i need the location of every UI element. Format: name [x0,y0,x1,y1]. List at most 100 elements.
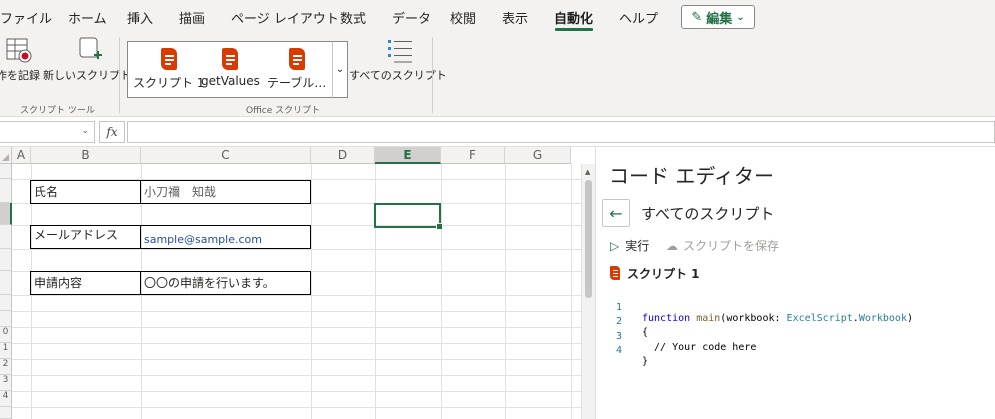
tab-home[interactable]: ホーム [68,8,107,27]
gridline [12,295,582,296]
run-button[interactable]: ▷ 実行 [610,237,649,254]
vertical-scrollbar[interactable]: ▲ [581,164,595,419]
tab-automate[interactable]: 自動化 [554,8,593,27]
ribbon-separator [119,37,120,113]
row-header[interactable]: 2 [0,359,12,375]
row-header[interactable] [0,179,12,203]
ribbon-separator [432,37,433,113]
row-header[interactable]: 1 [0,343,12,359]
gridline [12,407,582,408]
column-header-c[interactable]: C [141,147,311,164]
pencil-icon: ✎ [691,9,703,25]
cell-email-value[interactable]: sample@sample.com [140,225,311,249]
cell-name-value[interactable]: 小刀禰 知哉 [140,180,311,204]
tab-file[interactable]: ファイル [0,8,52,27]
gallery-item-getvalues[interactable]: getValues [201,46,260,88]
cell-request-value[interactable]: 〇〇の申請を行います。 [140,271,311,295]
editing-mode-label: 編集 [706,11,733,27]
column-header-g[interactable]: G [505,147,571,164]
record-actions-label: 作を記録 [0,69,40,82]
active-tab-indicator [555,28,593,31]
gridline [571,164,572,419]
chevron-down-icon: ⌄ [81,126,89,136]
ribbon-tab-bar: ファイル ホーム 挿入 描画 ページ レイアウト 数式 データ 校閲 表示 自動… [0,0,995,33]
tab-help[interactable]: ヘルプ [619,8,658,27]
code-editor-pane: コード エディター ← すべてのスクリプト ▷ 実行 ☁ スクリプトを保存 スク… [595,147,995,419]
tab-formulas[interactable]: 数式 [340,8,366,27]
new-script-button[interactable]: 新しいスクリプト [43,35,131,83]
editing-mode-button[interactable]: ✎ 編集 ⌄ [681,5,755,29]
select-all-corner[interactable] [0,147,12,164]
column-header-a[interactable]: A [12,147,31,164]
scrollbar-thumb[interactable] [585,180,592,298]
cell-email-label[interactable]: メールアドレス [30,225,141,249]
code-line: 4 } [596,334,648,367]
gridline [12,375,582,376]
script-icon [286,46,308,74]
tab-view[interactable]: 表示 [502,8,528,27]
back-button[interactable]: ← [602,199,630,227]
save-script-button[interactable]: ☁ スクリプトを保存 [666,237,779,254]
row-header[interactable]: 3 [0,375,12,391]
gallery-item-table[interactable]: テーブル… [267,46,326,91]
arrow-left-icon: ← [609,203,623,223]
tab-data[interactable]: データ [392,8,431,27]
cell-request-label[interactable]: 申請内容 [30,271,141,295]
row-header[interactable] [0,271,12,295]
run-label: 実行 [625,239,650,253]
row-header[interactable] [0,311,12,327]
gridline [311,164,312,419]
row-header[interactable] [0,225,12,249]
script-icon [219,46,241,74]
row-header[interactable]: 0 [0,327,12,343]
script-icon [158,46,180,74]
active-cell-e3[interactable] [374,203,443,230]
gridline [12,343,582,344]
gridline [441,164,442,419]
tab-insert[interactable]: 挿入 [127,8,153,27]
scroll-up-arrow-icon[interactable]: ▲ [585,168,590,176]
gridline [12,311,582,312]
insert-function-button[interactable]: fx [99,121,125,143]
script-name-heading: スクリプト 1 [609,265,700,282]
column-header-f[interactable]: F [441,147,505,164]
row-header[interactable] [0,164,12,179]
script-icon [609,266,621,281]
row-header[interactable] [0,249,12,271]
row-header-selected[interactable] [0,203,12,225]
list-icon [385,35,412,65]
chevron-down-icon: ⌄ [736,11,745,23]
pane-title: コード エディター [609,164,774,188]
record-icon [5,35,32,65]
script-gallery: スクリプト 1 getValues テーブル… [127,41,348,98]
name-box[interactable]: ⌄ [0,121,95,143]
tab-page-layout[interactable]: ページ レイアウト [231,8,339,27]
code-comment: // Your code here [642,342,757,353]
new-script-icon [74,35,102,65]
row-header[interactable]: 4 [0,391,12,407]
ribbon: 作を記録 新しいスクリプト スクリプト ツール スクリプト 1 getValue… [0,33,995,117]
tab-review[interactable]: 校閲 [450,8,476,27]
new-script-label: 新しいスクリプト [43,69,131,82]
formula-input[interactable] [127,121,995,143]
code-area[interactable]: 1 function main(workbook: ExcelScript.Wo… [596,290,995,419]
group-label-office-scripts: Office スクリプト [246,106,321,116]
gallery-item-label: テーブル… [267,76,327,90]
gridline [12,327,582,328]
cell-name-label[interactable]: 氏名 [30,180,141,204]
worksheet-grid[interactable]: A B C D E F G 0 1 2 3 4 氏名 小刀禰 知哉 メールアドレ… [0,147,595,419]
column-header-b[interactable]: B [31,147,141,164]
gallery-item-label: getValues [201,74,260,88]
gallery-item-script-1[interactable]: スクリプト 1 [133,46,204,91]
code-line: 1 function main(workbook: ExcelScript.Wo… [596,291,913,324]
all-scripts-link[interactable]: すべてのスクリプト [641,203,774,224]
column-header-e[interactable]: E [375,147,441,164]
play-icon: ▷ [610,238,620,253]
code-text: { [642,327,649,338]
column-header-d[interactable]: D [311,147,375,164]
tab-draw[interactable]: 描画 [179,8,205,27]
record-actions-button[interactable]: 作を記録 [0,35,40,83]
row-header[interactable] [0,407,12,419]
row-header[interactable] [0,295,12,311]
gallery-expand-button[interactable]: ⌄ [332,41,348,98]
